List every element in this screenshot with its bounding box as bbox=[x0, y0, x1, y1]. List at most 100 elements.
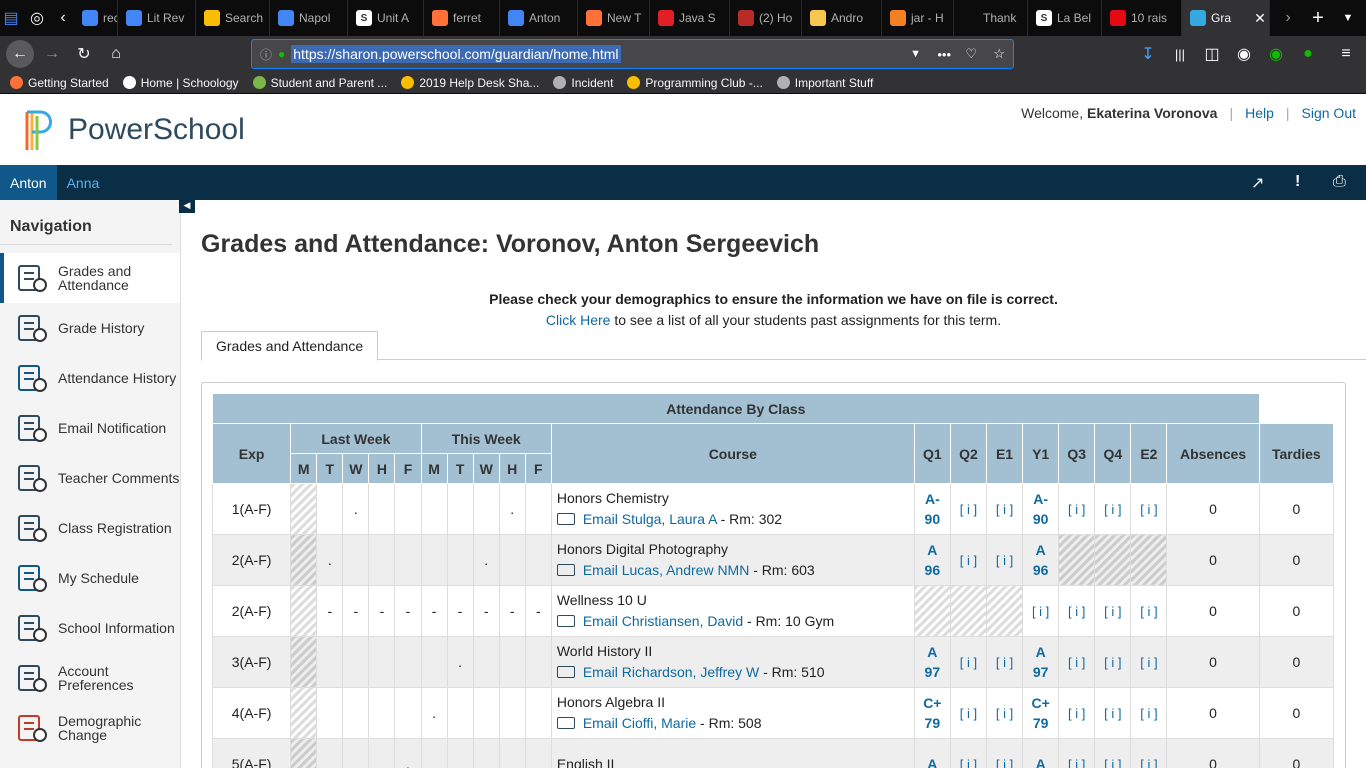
email-icon[interactable] bbox=[556, 513, 575, 525]
student-tab-anna[interactable]: Anna bbox=[57, 165, 110, 200]
browser-tab[interactable]: Thank bbox=[954, 0, 1028, 36]
attendance-day-cell[interactable]: . bbox=[316, 534, 344, 586]
attendance-day-cell[interactable]: . bbox=[420, 687, 448, 739]
sidebar-item-attendance-history[interactable]: Attendance History bbox=[0, 353, 180, 403]
tardies-cell[interactable]: 0 bbox=[1258, 738, 1335, 768]
attendance-day-cell[interactable]: - bbox=[472, 585, 500, 637]
help-link[interactable]: Help bbox=[1245, 105, 1274, 121]
downloads-icon[interactable]: ↧ bbox=[1134, 40, 1162, 68]
teacher-email-link[interactable]: Email Lucas, Andrew NMN bbox=[583, 562, 750, 578]
attendance-day-cell[interactable]: - bbox=[342, 585, 370, 637]
browser-tab[interactable]: Java S bbox=[650, 0, 730, 36]
term-info-link[interactable]: [ i ] bbox=[949, 483, 987, 535]
page-actions-icon[interactable]: ••• bbox=[937, 47, 951, 62]
grade-link[interactable]: A bbox=[1036, 756, 1046, 768]
term-info-link[interactable]: [ i ] bbox=[985, 687, 1024, 739]
term-info-link[interactable]: [ i ] bbox=[1022, 585, 1060, 637]
attendance-day-cell[interactable]: - bbox=[446, 585, 474, 637]
bookmark-item[interactable]: Student and Parent ... bbox=[252, 76, 387, 90]
browser-tab[interactable]: S Unit A bbox=[348, 0, 424, 36]
sidebar-item-grade-history[interactable]: Grade History bbox=[0, 303, 180, 353]
pocket-icon[interactable]: ♡ bbox=[965, 46, 977, 62]
email-icon[interactable] bbox=[556, 666, 575, 678]
bookmark-star-icon[interactable]: ☆ bbox=[993, 46, 1005, 62]
tardies-cell[interactable]: 0 bbox=[1258, 534, 1335, 586]
browser-tab[interactable]: (2) Ho bbox=[730, 0, 802, 36]
attendance-day-cell[interactable]: . bbox=[394, 738, 422, 768]
extension-icon[interactable]: ◎ bbox=[22, 4, 52, 32]
student-tab-anton[interactable]: Anton bbox=[0, 165, 57, 200]
term-info-link[interactable]: [ i ] bbox=[1094, 636, 1132, 688]
browser-tab[interactable]: Lit Rev bbox=[118, 0, 196, 36]
url-bar[interactable]: ⓘ ● https://sharon.powerschool.com/guard… bbox=[251, 39, 1014, 69]
term-info-link[interactable]: [ i ] bbox=[949, 534, 987, 586]
term-info-link[interactable]: [ i ] bbox=[949, 738, 987, 768]
attendance-day-cell[interactable]: - bbox=[394, 585, 422, 637]
new-tab-icon[interactable]: + bbox=[1304, 4, 1332, 32]
absences-cell[interactable]: 0 bbox=[1166, 687, 1260, 739]
tardies-cell[interactable]: 0 bbox=[1258, 483, 1335, 535]
attendance-day-cell[interactable]: - bbox=[524, 585, 552, 637]
term-info-link[interactable]: [ i ] bbox=[1094, 483, 1132, 535]
attendance-day-cell[interactable]: - bbox=[316, 585, 344, 637]
browser-tab[interactable]: Anton bbox=[500, 0, 578, 36]
url-text[interactable]: https://sharon.powerschool.com/guardian/… bbox=[291, 45, 621, 63]
tardies-cell[interactable]: 0 bbox=[1258, 687, 1335, 739]
tab-grades-and-attendance[interactable]: Grades and Attendance bbox=[201, 331, 379, 361]
attendance-day-cell[interactable]: - bbox=[368, 585, 396, 637]
grade-link[interactable]: A- 90 bbox=[925, 491, 941, 527]
bookmark-item[interactable]: Important Stuff bbox=[776, 76, 873, 90]
grade-link[interactable]: C+ 79 bbox=[923, 695, 941, 731]
tardies-cell[interactable]: 0 bbox=[1258, 636, 1335, 688]
alert-icon[interactable]: ! bbox=[1295, 173, 1300, 191]
term-info-link[interactable]: [ i ] bbox=[985, 636, 1024, 688]
term-info-link[interactable]: [ i ] bbox=[1130, 585, 1168, 637]
term-info-link[interactable]: [ i ] bbox=[1094, 585, 1132, 637]
term-info-link[interactable]: [ i ] bbox=[1130, 738, 1168, 768]
sidebar-item-demographic[interactable]: Demographic Change bbox=[0, 703, 180, 753]
browser-tab[interactable]: ferret bbox=[424, 0, 500, 36]
sidebar-item-preferences[interactable]: Account Preferences bbox=[0, 653, 180, 703]
sidebar-item-schedule[interactable]: My Schedule bbox=[0, 553, 180, 603]
home-icon[interactable]: ⌂ bbox=[102, 40, 130, 68]
grammarly-icon[interactable]: ● bbox=[1294, 40, 1322, 68]
external-link-icon[interactable]: ↗ bbox=[1251, 173, 1264, 193]
grade-link[interactable]: C+ 79 bbox=[1031, 695, 1049, 731]
term-info-link[interactable]: [ i ] bbox=[1058, 483, 1096, 535]
bookmark-item[interactable]: Getting Started bbox=[10, 76, 109, 90]
browser-tab[interactable]: Andro bbox=[802, 0, 882, 36]
tab-overview-icon[interactable]: ▤ bbox=[0, 4, 22, 32]
grade-link[interactable]: A bbox=[927, 756, 937, 768]
grade-link[interactable]: A 96 bbox=[1033, 542, 1049, 578]
browser-tab[interactable]: rec bbox=[74, 0, 118, 36]
sidebar-item-comments[interactable]: Teacher Comments bbox=[0, 453, 180, 503]
grade-link[interactable]: A- 90 bbox=[1033, 491, 1049, 527]
powerschool-logo[interactable]: PowerSchool bbox=[24, 108, 245, 152]
term-info-link[interactable]: [ i ] bbox=[1058, 738, 1096, 768]
term-info-link[interactable]: [ i ] bbox=[1058, 585, 1096, 637]
bookmark-item[interactable]: 2019 Help Desk Sha... bbox=[401, 76, 539, 90]
teacher-email-link[interactable]: Email Stulga, Laura A bbox=[583, 511, 717, 527]
sign-out-link[interactable]: Sign Out bbox=[1302, 105, 1356, 121]
sidebar-item-school[interactable]: School Information bbox=[0, 603, 180, 653]
tab-scroll-left-icon[interactable]: ‹ bbox=[52, 4, 74, 32]
url-dropdown-icon[interactable]: ▼ bbox=[910, 48, 921, 60]
attendance-day-cell[interactable]: . bbox=[472, 534, 500, 586]
tab-list-menu-icon[interactable]: ▼ bbox=[1334, 4, 1362, 32]
term-info-link[interactable]: [ i ] bbox=[1058, 636, 1096, 688]
grade-link[interactable]: A 97 bbox=[925, 644, 941, 680]
absences-cell[interactable]: 0 bbox=[1166, 483, 1260, 535]
browser-tab[interactable]: 10 rais bbox=[1102, 0, 1182, 36]
email-icon[interactable] bbox=[556, 564, 575, 576]
bookmark-item[interactable]: Incident bbox=[553, 76, 613, 90]
click-here-link[interactable]: Click Here bbox=[546, 312, 611, 328]
term-info-link[interactable]: [ i ] bbox=[1094, 687, 1132, 739]
absences-cell[interactable]: 0 bbox=[1166, 585, 1260, 637]
sidebar-item-registration[interactable]: Class Registration bbox=[0, 503, 180, 553]
attendance-day-cell[interactable]: . bbox=[498, 483, 526, 535]
account-icon[interactable]: ◉ bbox=[1230, 40, 1258, 68]
term-info-link[interactable]: [ i ] bbox=[1130, 687, 1168, 739]
hamburger-menu-icon[interactable]: ≡ bbox=[1332, 40, 1360, 68]
back-icon[interactable]: ← bbox=[6, 40, 34, 68]
reload-icon[interactable]: ↻ bbox=[70, 40, 98, 68]
